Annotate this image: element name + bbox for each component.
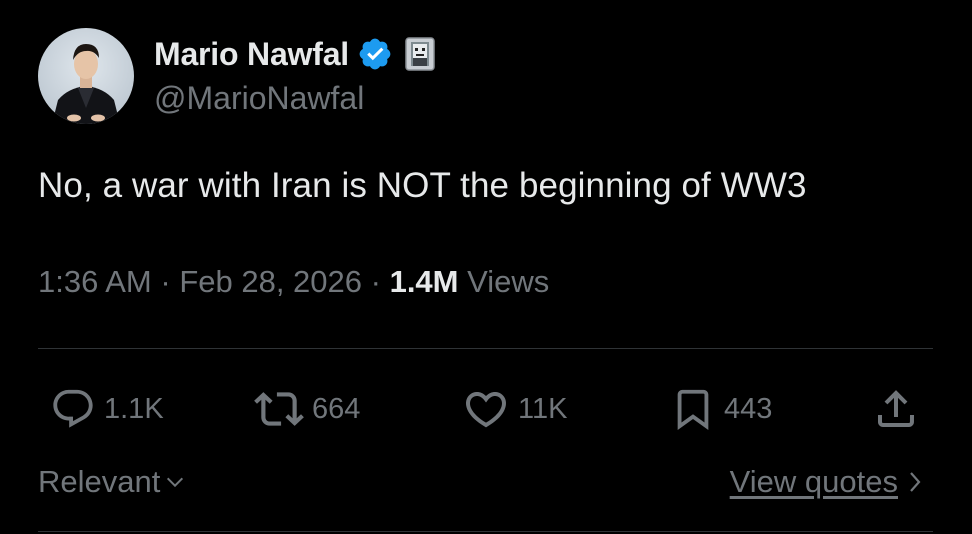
- heart-icon: [465, 392, 507, 428]
- tweet-action-bar: 1.1K 664 11K 443: [0, 384, 972, 434]
- views-label[interactable]: Views: [467, 264, 549, 299]
- meta-separator: ·: [370, 264, 390, 299]
- author-handle[interactable]: @MarioNawfal: [154, 80, 364, 117]
- bookmark-count: 443: [724, 392, 773, 425]
- sort-label: Relevant: [38, 464, 161, 499]
- view-quotes-link[interactable]: View quotes: [730, 464, 924, 500]
- author-name-row: Mario Nawfal: [154, 32, 435, 76]
- tweet-time[interactable]: 1:36 AM: [38, 264, 152, 299]
- divider: [38, 531, 933, 532]
- author-display-name[interactable]: Mario Nawfal: [154, 36, 349, 73]
- tweet-meta: 1:36 AM · Feb 28, 2026 · 1.4M Views: [38, 264, 549, 300]
- view-quotes-label: View quotes: [729, 464, 898, 499]
- reply-count: 1.1K: [104, 392, 164, 425]
- reply-button[interactable]: 1.1K: [50, 384, 164, 434]
- share-icon: [878, 390, 914, 427]
- share-button[interactable]: [872, 384, 920, 434]
- bookmark-icon: [677, 389, 709, 430]
- tweet-text: No, a war with Iran is NOT the beginning…: [38, 166, 807, 205]
- chevron-right-icon: [910, 472, 921, 492]
- chevron-down-icon: [167, 477, 184, 488]
- repost-count: 664: [312, 392, 361, 425]
- repost-button[interactable]: 664: [254, 384, 360, 434]
- bookmark-button[interactable]: 443: [670, 384, 772, 434]
- sort-replies-dropdown[interactable]: Relevant: [38, 464, 186, 500]
- divider: [38, 348, 933, 349]
- repost-icon: [254, 392, 304, 426]
- reply-icon: [53, 389, 93, 428]
- like-count: 11K: [518, 392, 568, 425]
- avatar-image: [38, 28, 134, 124]
- views-count[interactable]: 1.4M: [390, 264, 459, 299]
- affiliate-badge-icon[interactable]: [405, 37, 435, 71]
- author-avatar[interactable]: [38, 28, 134, 124]
- like-button[interactable]: 11K: [462, 384, 567, 434]
- tweet-date[interactable]: Feb 28, 2026: [179, 264, 362, 299]
- meta-separator: ·: [160, 264, 180, 299]
- verified-badge-icon[interactable]: [357, 36, 393, 72]
